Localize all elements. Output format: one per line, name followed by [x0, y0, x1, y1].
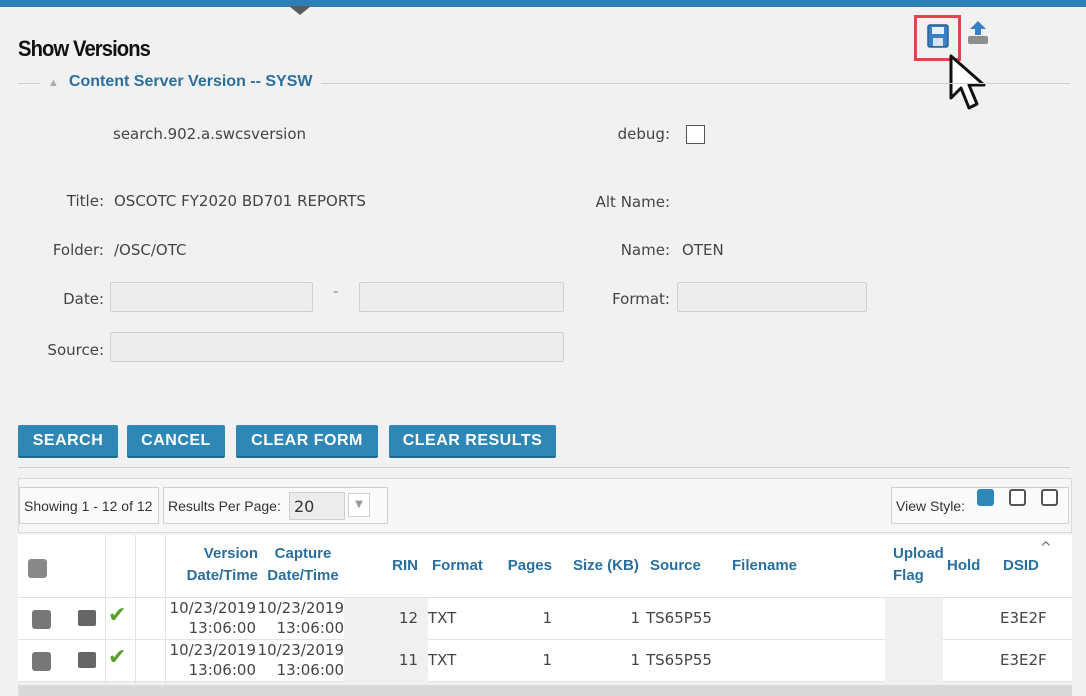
row-capture-datetime: 10/23/2019 13:06:00: [256, 640, 344, 680]
upload-icon[interactable]: [966, 20, 990, 46]
date-to-input[interactable]: [359, 282, 564, 312]
alt-name-label: Alt Name:: [595, 193, 670, 211]
select-all-checkbox[interactable]: [28, 559, 47, 578]
name-label: Name:: [620, 241, 670, 259]
row-version-datetime: 10/23/2019 13:06:00: [168, 598, 256, 638]
source-label: Source:: [47, 341, 104, 359]
split-view-icon[interactable]: [1041, 489, 1058, 506]
row-version-time: 13:06:00: [188, 661, 256, 679]
results-per-page-select[interactable]: 20: [289, 492, 345, 520]
details-card-icon[interactable]: [78, 610, 96, 626]
source-input[interactable]: [110, 332, 564, 362]
row-version-date: 10/23/2019: [169, 641, 256, 659]
results-per-page-label: Results Per Page:: [168, 498, 281, 514]
section-header[interactable]: ▲ Content Server Version -- SYSW: [40, 73, 321, 91]
showing-count: Showing 1 - 12 of 12: [19, 487, 159, 524]
row-capture-date: 10/23/2019: [257, 641, 344, 659]
debug-label: debug:: [617, 125, 670, 143]
col-upload-line1: Upload: [893, 545, 944, 562]
details-card-icon[interactable]: [78, 652, 96, 668]
name-value: OTEN: [682, 241, 724, 259]
row-checkbox[interactable]: [32, 652, 51, 671]
row-source: TS65P55: [646, 609, 712, 627]
chevron-down-icon[interactable]: ▼: [348, 493, 370, 517]
row-version-datetime: 10/23/2019 13:06:00: [168, 640, 256, 680]
col-pages[interactable]: Pages: [500, 555, 552, 577]
upload-cell-bg: [885, 598, 943, 640]
results-divider: [18, 467, 1070, 468]
row-dsid: E3E2F6: [1000, 651, 1046, 669]
row-capture-time: 13:06:00: [276, 619, 344, 637]
col-version-datetime[interactable]: Version Date/Time: [178, 543, 258, 587]
folder-value: /OSC/OTC: [114, 241, 187, 259]
row-pages: 1: [542, 609, 552, 627]
collapse-triangle-icon[interactable]: ▲: [48, 77, 59, 89]
cancel-button[interactable]: CANCEL: [127, 425, 225, 456]
row-size: 1: [630, 651, 640, 669]
row-capture-date: 10/23/2019: [257, 599, 344, 617]
row-rin: 12: [398, 609, 418, 627]
grid-toolbar: Showing 1 - 12 of 12 Results Per Page: 2…: [18, 478, 1072, 533]
section-title: Content Server Version -- SYSW: [68, 73, 313, 90]
bottom-edge: [18, 685, 1072, 696]
folder-label: Folder:: [52, 241, 104, 259]
col-filename[interactable]: Filename: [732, 555, 797, 577]
page-title: Show Versions: [18, 36, 151, 61]
table-row[interactable]: ✔ 10/23/2019 13:06:00 10/23/2019 13:06:0…: [18, 640, 1072, 682]
col-format[interactable]: Format: [432, 555, 483, 577]
title-value: OSCOTC FY2020 BD701 REPORTS: [114, 192, 366, 210]
col-size[interactable]: Size (KB): [573, 555, 639, 577]
col-version-line2: Date/Time: [186, 567, 258, 584]
row-rin: 11: [398, 651, 418, 669]
row-format: TXT: [428, 651, 457, 669]
col-upload-line2: Flag: [893, 567, 924, 584]
format-label: Format:: [612, 290, 670, 308]
col-divider: [105, 535, 106, 685]
row-source: TS65P55: [646, 651, 712, 669]
col-rin[interactable]: RIN: [380, 555, 418, 577]
col-version-line1: Version: [203, 545, 258, 562]
row-version-date: 10/23/2019: [169, 599, 256, 617]
col-divider: [135, 535, 136, 685]
title-label: Title:: [66, 192, 104, 210]
row-pages: 1: [542, 651, 552, 669]
compact-view-icon[interactable]: [1009, 489, 1026, 506]
clear-results-button[interactable]: CLEAR RESULTS: [389, 425, 556, 456]
col-capture-line1: Capture: [274, 545, 332, 562]
list-view-icon[interactable]: [977, 489, 994, 506]
upload-cell-bg: [885, 640, 943, 682]
mouse-cursor-icon: [949, 54, 986, 110]
row-capture-time: 13:06:00: [276, 661, 344, 679]
format-input[interactable]: [677, 282, 867, 312]
row-version-time: 13:06:00: [188, 619, 256, 637]
view-style-label: View Style:: [896, 498, 965, 514]
date-from-input[interactable]: [110, 282, 313, 312]
check-icon: ✔: [108, 645, 127, 670]
save-icon: [927, 24, 949, 48]
col-source[interactable]: Source: [650, 555, 701, 577]
col-hold[interactable]: Hold: [947, 555, 980, 577]
col-dsid[interactable]: DSID: [1003, 555, 1039, 577]
table-header: Version Date/Time Capture Date/Time RIN …: [18, 535, 1072, 598]
col-capture-line2: Date/Time: [267, 567, 339, 584]
col-upload-flag[interactable]: Upload Flag: [893, 543, 944, 587]
clear-form-button[interactable]: CLEAR FORM: [236, 425, 378, 456]
scroll-up-icon[interactable]: ^: [1040, 540, 1052, 556]
col-capture-datetime[interactable]: Capture Date/Time: [263, 543, 343, 587]
search-button[interactable]: SEARCH: [18, 425, 118, 456]
col-divider: [165, 535, 166, 685]
row-size: 1: [630, 609, 640, 627]
check-icon: ✔: [108, 603, 127, 628]
top-notch: [289, 6, 311, 15]
row-dsid: E3E2F6: [1000, 609, 1046, 627]
debug-checkbox[interactable]: [686, 125, 705, 144]
row-checkbox[interactable]: [32, 610, 51, 629]
date-label: Date:: [63, 290, 104, 308]
row-format: TXT: [428, 609, 457, 627]
date-separator: -: [333, 282, 339, 300]
table-row[interactable]: ✔ 10/23/2019 13:06:00 10/23/2019 13:06:0…: [18, 598, 1072, 640]
top-accent-bar: [0, 0, 1086, 7]
row-capture-datetime: 10/23/2019 13:06:00: [256, 598, 344, 638]
query-id: search.902.a.swcsversion: [113, 125, 307, 143]
